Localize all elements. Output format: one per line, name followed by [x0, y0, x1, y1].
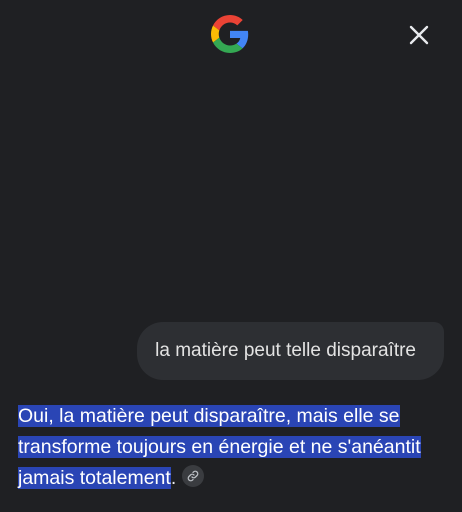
user-query-bubble: la matière peut telle disparaître: [137, 322, 444, 380]
response-period: .: [170, 467, 177, 489]
close-icon: [409, 25, 429, 45]
assistant-response: Oui, la matière peut disparaître, mais e…: [18, 401, 438, 494]
link-icon: [187, 470, 199, 482]
close-button[interactable]: [402, 18, 436, 52]
top-bar: [0, 0, 462, 70]
user-query-text: la matière peut telle disparaître: [155, 340, 416, 361]
source-link-button[interactable]: [182, 465, 205, 487]
google-g-icon: [211, 15, 249, 53]
highlighted-response-text: Oui, la matière peut disparaître, mais e…: [18, 405, 421, 489]
